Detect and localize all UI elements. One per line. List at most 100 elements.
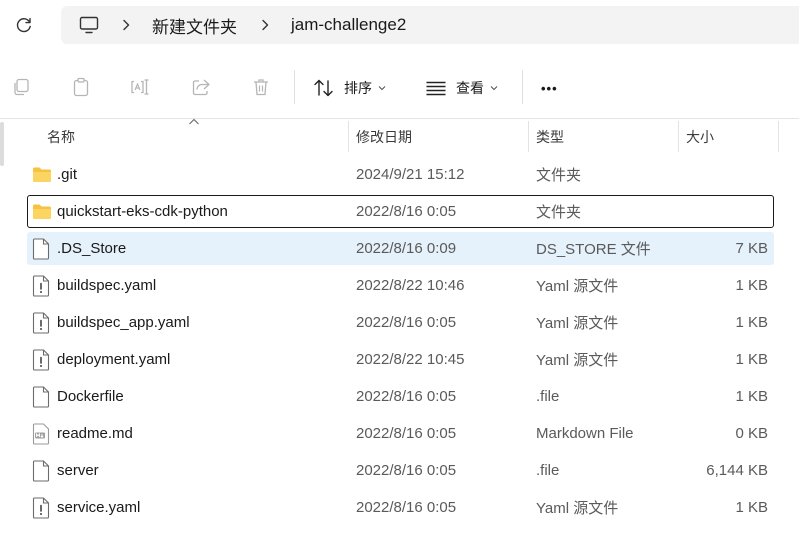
file-row[interactable]: .git 2024/9/21 15:12 文件夹 — [27, 158, 774, 191]
file-row[interactable]: Dockerfile 2022/8/16 0:05 .file 1 KB — [27, 380, 774, 413]
file-name: .git — [57, 166, 78, 183]
file-date: 2022/8/22 10:46 — [356, 277, 465, 294]
file-date: 2022/8/16 0:05 — [356, 425, 457, 442]
column-divider[interactable] — [778, 121, 779, 152]
file-name: buildspec.yaml — [57, 277, 157, 294]
chevron-down-icon — [490, 86, 498, 91]
file-size: 0 KB — [735, 425, 768, 442]
command-bar: 排序 查看 ••• — [0, 52, 799, 119]
file-name: quickstart-eks-cdk-python — [57, 203, 228, 220]
file-row[interactable]: .DS_Store 2022/8/16 0:09 DS_STORE 文件 7 KB — [27, 232, 774, 265]
chevron-down-icon — [378, 86, 386, 91]
file-row[interactable]: deployment.yaml 2022/8/22 10:45 Yaml 源文件 1 … — [27, 343, 774, 376]
file-type: DS_STORE 文件 — [536, 241, 651, 258]
file-type: 文件夹 — [536, 204, 582, 221]
file-type: Yaml 源文件 — [536, 500, 619, 517]
view-label: 查看 — [456, 80, 484, 96]
toolbar-divider — [522, 70, 523, 104]
file-type: Yaml 源文件 — [536, 352, 619, 369]
yaml-file-icon — [32, 312, 52, 334]
file-icon — [32, 238, 52, 260]
file-date: 2022/8/16 0:09 — [356, 240, 457, 257]
folder-icon — [32, 202, 52, 224]
delete-icon — [254, 79, 268, 96]
column-divider[interactable] — [678, 121, 679, 152]
rename-icon — [131, 79, 149, 95]
paste-icon — [73, 77, 89, 97]
file-type: Yaml 源文件 — [536, 315, 619, 332]
column-header-size[interactable]: 大小 — [686, 119, 714, 154]
file-size: 1 KB — [735, 388, 768, 405]
sort-icon — [314, 79, 333, 97]
file-size: 6,144 KB — [706, 462, 768, 479]
chevron-right-icon[interactable] — [121, 6, 131, 44]
sort-label: 排序 — [344, 80, 372, 96]
file-icon — [32, 386, 52, 408]
address-row: 新建文件夹 jam-challenge2 — [0, 0, 799, 52]
folder-icon — [32, 165, 52, 187]
file-type: 文件夹 — [536, 167, 582, 184]
toolbar-divider — [294, 70, 295, 104]
chevron-right-icon[interactable] — [260, 6, 270, 44]
file-date: 2022/8/16 0:05 — [356, 462, 457, 479]
refresh-button[interactable] — [8, 9, 40, 41]
refresh-icon — [16, 17, 31, 33]
breadcrumb-item[interactable]: 新建文件夹 — [152, 6, 237, 44]
column-header-date[interactable]: 修改日期 — [356, 119, 412, 154]
file-row[interactable]: server 2022/8/16 0:05 .file 6,144 KB — [27, 454, 774, 487]
address-bar[interactable]: 新建文件夹 jam-challenge2 — [61, 6, 799, 44]
file-row[interactable]: quickstart-eks-cdk-python 2022/8/16 0:05 文… — [27, 195, 774, 228]
file-row[interactable]: buildspec_app.yaml 2022/8/16 0:05 Yaml 源文件… — [27, 306, 774, 339]
view-menu-button[interactable]: 查看 — [425, 74, 498, 102]
file-row[interactable]: service.yaml 2022/8/16 0:05 Yaml 源文件 1 KB — [27, 491, 774, 524]
file-type: .file — [536, 462, 560, 479]
paste-button[interactable] — [70, 76, 92, 98]
share-button[interactable] — [190, 76, 212, 98]
rename-button[interactable] — [130, 76, 152, 98]
computer-icon — [79, 16, 99, 34]
more-options-button[interactable]: ••• — [541, 74, 558, 102]
share-icon — [192, 79, 210, 96]
file-date: 2022/8/16 0:05 — [356, 499, 457, 516]
more-icon: ••• — [541, 80, 558, 96]
column-header-name[interactable]: 名称 — [47, 119, 75, 154]
file-size: 7 KB — [735, 240, 768, 257]
file-date: 2022/8/16 0:05 — [356, 388, 457, 405]
file-size: 1 KB — [735, 499, 768, 516]
yaml-file-icon — [32, 275, 52, 297]
file-name: deployment.yaml — [57, 351, 171, 368]
file-size: 1 KB — [735, 277, 768, 294]
copy-button[interactable] — [10, 76, 32, 98]
file-name: Dockerfile — [57, 388, 124, 405]
file-date: 2022/8/22 10:45 — [356, 351, 465, 368]
delete-button[interactable] — [250, 76, 272, 98]
sort-menu-button[interactable]: 排序 — [313, 74, 386, 102]
file-row[interactable]: readme.md 2022/8/16 0:05 Markdown File 0 KB — [27, 417, 774, 450]
file-icon — [32, 460, 52, 482]
file-date: 2022/8/16 0:05 — [356, 314, 457, 331]
file-name: buildspec_app.yaml — [57, 314, 190, 331]
file-name: service.yaml — [57, 499, 141, 516]
file-date: 2024/9/21 15:12 — [356, 166, 465, 183]
copy-icon — [14, 78, 29, 96]
file-name: server — [57, 462, 99, 479]
column-divider[interactable] — [348, 121, 349, 152]
column-header-row: 名称 修改日期 类型 大小 — [0, 119, 799, 154]
markdown-file-icon — [32, 423, 52, 445]
file-type: .file — [536, 388, 560, 405]
column-header-type[interactable]: 类型 — [536, 119, 564, 154]
file-name: .DS_Store — [57, 240, 127, 257]
file-size: 1 KB — [735, 314, 768, 331]
column-divider[interactable] — [528, 121, 529, 152]
breadcrumb-item[interactable]: jam-challenge2 — [291, 6, 406, 44]
yaml-file-icon — [32, 497, 52, 519]
file-type: Markdown File — [536, 425, 634, 442]
view-list-icon — [426, 81, 446, 96]
file-type: Yaml 源文件 — [536, 278, 619, 295]
computer-crumb[interactable] — [79, 6, 99, 44]
file-name: readme.md — [57, 425, 133, 442]
file-date: 2022/8/16 0:05 — [356, 203, 457, 220]
yaml-file-icon — [32, 349, 52, 371]
file-row[interactable]: buildspec.yaml 2022/8/22 10:46 Yaml 源文件 1 K… — [27, 269, 774, 302]
file-size: 1 KB — [735, 351, 768, 368]
